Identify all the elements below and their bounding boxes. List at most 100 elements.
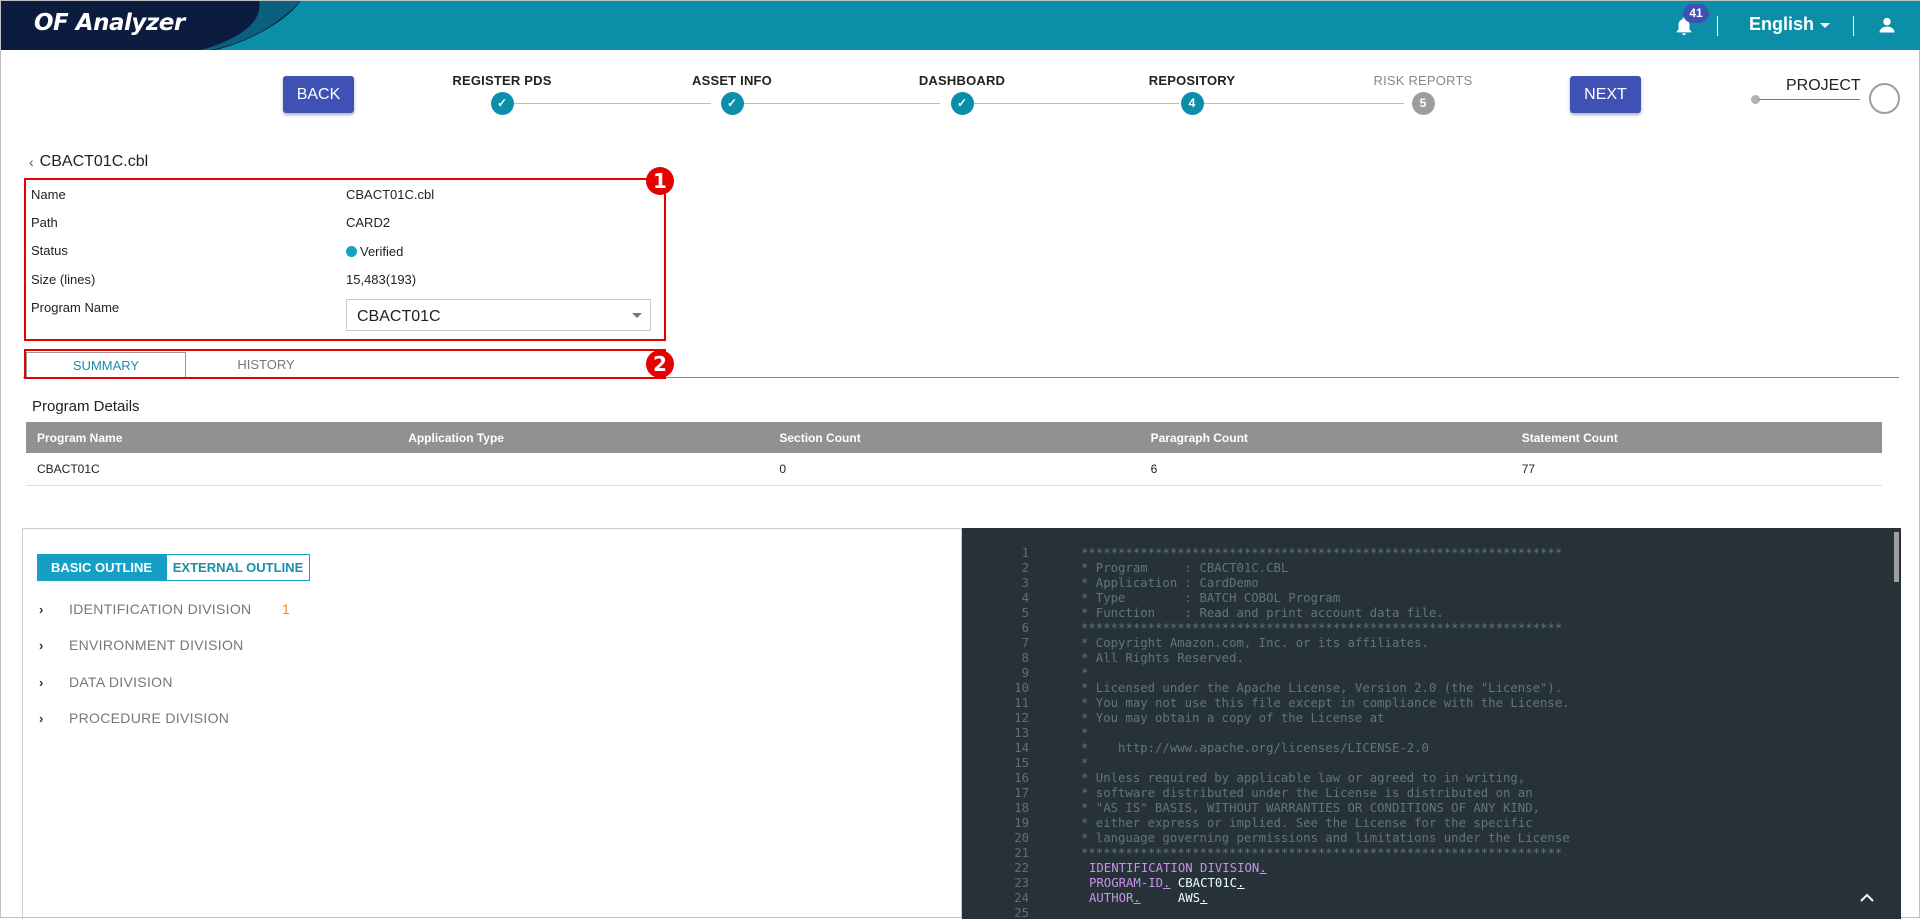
step-number: 5 xyxy=(1411,92,1435,115)
field-label-program-name: Program Name xyxy=(31,300,120,315)
app-window: OF Analyzer 41 English BACK REGISTER PDS… xyxy=(0,0,1920,919)
line-text: * xyxy=(1081,756,1089,770)
next-button[interactable]: NEXT xyxy=(1570,76,1641,113)
line-number: 10 xyxy=(1014,681,1029,695)
chevron-right-icon: › xyxy=(39,674,44,690)
step-risk-reports[interactable]: RISK REPORTS 5 xyxy=(1343,73,1503,115)
status-value: Verified xyxy=(360,244,404,259)
code-line: 6 ***************************************… xyxy=(962,621,1570,636)
step-dashboard[interactable]: DASHBOARD ✓ xyxy=(882,73,1042,115)
code-line: 22 IDENTIFICATION DIVISION. xyxy=(962,861,1570,876)
step-number: 4 xyxy=(1180,92,1204,115)
line-text: AUTHOR. AWS. xyxy=(1089,891,1208,905)
step-register-pds[interactable]: REGISTER PDS ✓ xyxy=(422,73,582,115)
user-icon[interactable] xyxy=(1877,15,1897,35)
outline-item-identification[interactable]: › IDENTIFICATION DIVISION 1 xyxy=(39,601,290,617)
status-badge: Verified xyxy=(346,244,403,259)
step-label: REPOSITORY xyxy=(1148,73,1236,88)
step-label: REGISTER PDS xyxy=(452,73,552,88)
line-text: * All Rights Reserved. xyxy=(1081,651,1244,665)
chevron-left-icon: ‹ xyxy=(29,154,34,170)
line-text: * Type : BATCH COBOL Program xyxy=(1081,591,1341,605)
chevron-up-icon[interactable] xyxy=(1859,891,1875,903)
check-icon: ✓ xyxy=(720,92,744,115)
line-number: 21 xyxy=(1014,846,1029,860)
code-line: 14 * http://www.apache.org/licenses/LICEN… xyxy=(962,741,1570,756)
code-line: 7 * Copyright Amazon.com, Inc. or its aff… xyxy=(962,636,1570,651)
step-label: DASHBOARD xyxy=(918,73,1006,88)
column-header[interactable]: Statement Count xyxy=(1511,422,1882,453)
code-line: 15 * xyxy=(962,756,1570,771)
code-line: 23 PROGRAM-ID. CBACT01C. xyxy=(962,876,1570,891)
line-text: * xyxy=(1081,726,1089,740)
outline-item-procedure[interactable]: › PROCEDURE DIVISION xyxy=(39,710,229,726)
line-text: * language governing permissions and lim… xyxy=(1081,831,1570,845)
code-line: 18 * "AS IS" BASIS, WITHOUT WARRANTIES OR… xyxy=(962,801,1570,816)
caret-down-icon xyxy=(1820,23,1831,28)
outline-item-count: 1 xyxy=(282,601,290,617)
status-dot-icon xyxy=(346,246,357,257)
column-header[interactable]: Program Name xyxy=(26,422,397,453)
cell-program-name: CBACT01C xyxy=(37,462,100,476)
line-text: * You may not use this file except in co… xyxy=(1081,696,1570,710)
outline-item-label: PROCEDURE DIVISION xyxy=(69,710,230,726)
line-number: 23 xyxy=(1014,876,1029,890)
line-number: 11 xyxy=(1014,696,1029,710)
field-label-status: Status xyxy=(31,243,68,258)
line-text: ****************************************… xyxy=(1081,621,1563,635)
line-number: 1 xyxy=(1021,546,1029,560)
notification-badge[interactable]: 41 xyxy=(1683,4,1709,23)
annotation-marker-2: 2 xyxy=(646,350,674,378)
line-number: 16 xyxy=(1014,771,1029,785)
line-text: PROGRAM-ID. CBACT01C. xyxy=(1089,876,1245,890)
program-name-selected: CBACT01C xyxy=(357,308,441,325)
line-number: 22 xyxy=(1014,861,1029,875)
line-text: * software distributed under the License… xyxy=(1081,786,1533,800)
line-text: ****************************************… xyxy=(1081,846,1563,860)
line-number: 9 xyxy=(1021,666,1029,680)
outline-item-label: ENVIRONMENT DIVISION xyxy=(69,637,244,653)
project-indicator[interactable]: PROJECT xyxy=(1751,75,1911,125)
line-text: * Program : CBACT01C.CBL xyxy=(1081,561,1289,575)
step-repository[interactable]: REPOSITORY 4 xyxy=(1112,73,1272,115)
outline-item-data[interactable]: › DATA DIVISION xyxy=(39,674,173,690)
line-number: 25 xyxy=(1014,906,1029,919)
line-number: 14 xyxy=(1014,741,1029,755)
column-header[interactable]: Paragraph Count xyxy=(1140,422,1511,453)
code-line: 3 * Application : CardDemo xyxy=(962,576,1570,591)
line-number: 4 xyxy=(1021,591,1029,605)
source-code-viewer[interactable]: 1 ***************************************… xyxy=(962,528,1901,919)
code-line: 11 * You may not use this file except in … xyxy=(962,696,1570,711)
file-back-link[interactable]: ‹ CBACT01C.cbl xyxy=(29,153,148,171)
step-label: ASSET INFO xyxy=(691,73,772,88)
line-number: 17 xyxy=(1014,786,1029,800)
app-header: OF Analyzer 41 English xyxy=(1,1,1920,50)
line-number: 12 xyxy=(1014,711,1029,725)
table-row[interactable]: CBACT01C 0 6 77 xyxy=(26,453,1882,486)
outline-item-environment[interactable]: › ENVIRONMENT DIVISION xyxy=(39,637,244,653)
field-value-size: 15,483(193) xyxy=(346,272,417,287)
program-details-title: Program Details xyxy=(32,398,140,415)
project-ring-icon xyxy=(1869,83,1900,114)
line-number: 19 xyxy=(1014,816,1029,830)
step-asset-info[interactable]: ASSET INFO ✓ xyxy=(652,73,812,115)
code-line: 9 * xyxy=(962,666,1570,681)
program-name-select[interactable]: CBACT01C xyxy=(346,299,651,331)
code-line: 10 * Licensed under the Apache License, V… xyxy=(962,681,1570,696)
code-line: 17 * software distributed under the Licen… xyxy=(962,786,1570,801)
code-line: 20 * language governing permissions and l… xyxy=(962,831,1570,846)
line-text: * Function : Read and print account data… xyxy=(1081,606,1444,620)
step-label: RISK REPORTS xyxy=(1373,73,1473,88)
code-line: 19 * either express or implied. See the L… xyxy=(962,816,1570,831)
line-number: 18 xyxy=(1014,801,1029,815)
external-outline-button[interactable]: EXTERNAL OUTLINE xyxy=(166,554,310,581)
column-header[interactable]: Section Count xyxy=(768,422,1139,453)
back-button[interactable]: BACK xyxy=(283,76,354,113)
code-line: 5 * Function : Read and print account dat… xyxy=(962,606,1570,621)
code-scrollbar[interactable] xyxy=(1894,532,1899,582)
basic-outline-button[interactable]: BASIC OUTLINE xyxy=(37,554,166,581)
language-selector[interactable]: English xyxy=(1749,14,1831,35)
column-header[interactable]: Application Type xyxy=(397,422,768,453)
caret-down-icon xyxy=(632,313,642,318)
header-divider xyxy=(1717,16,1718,36)
